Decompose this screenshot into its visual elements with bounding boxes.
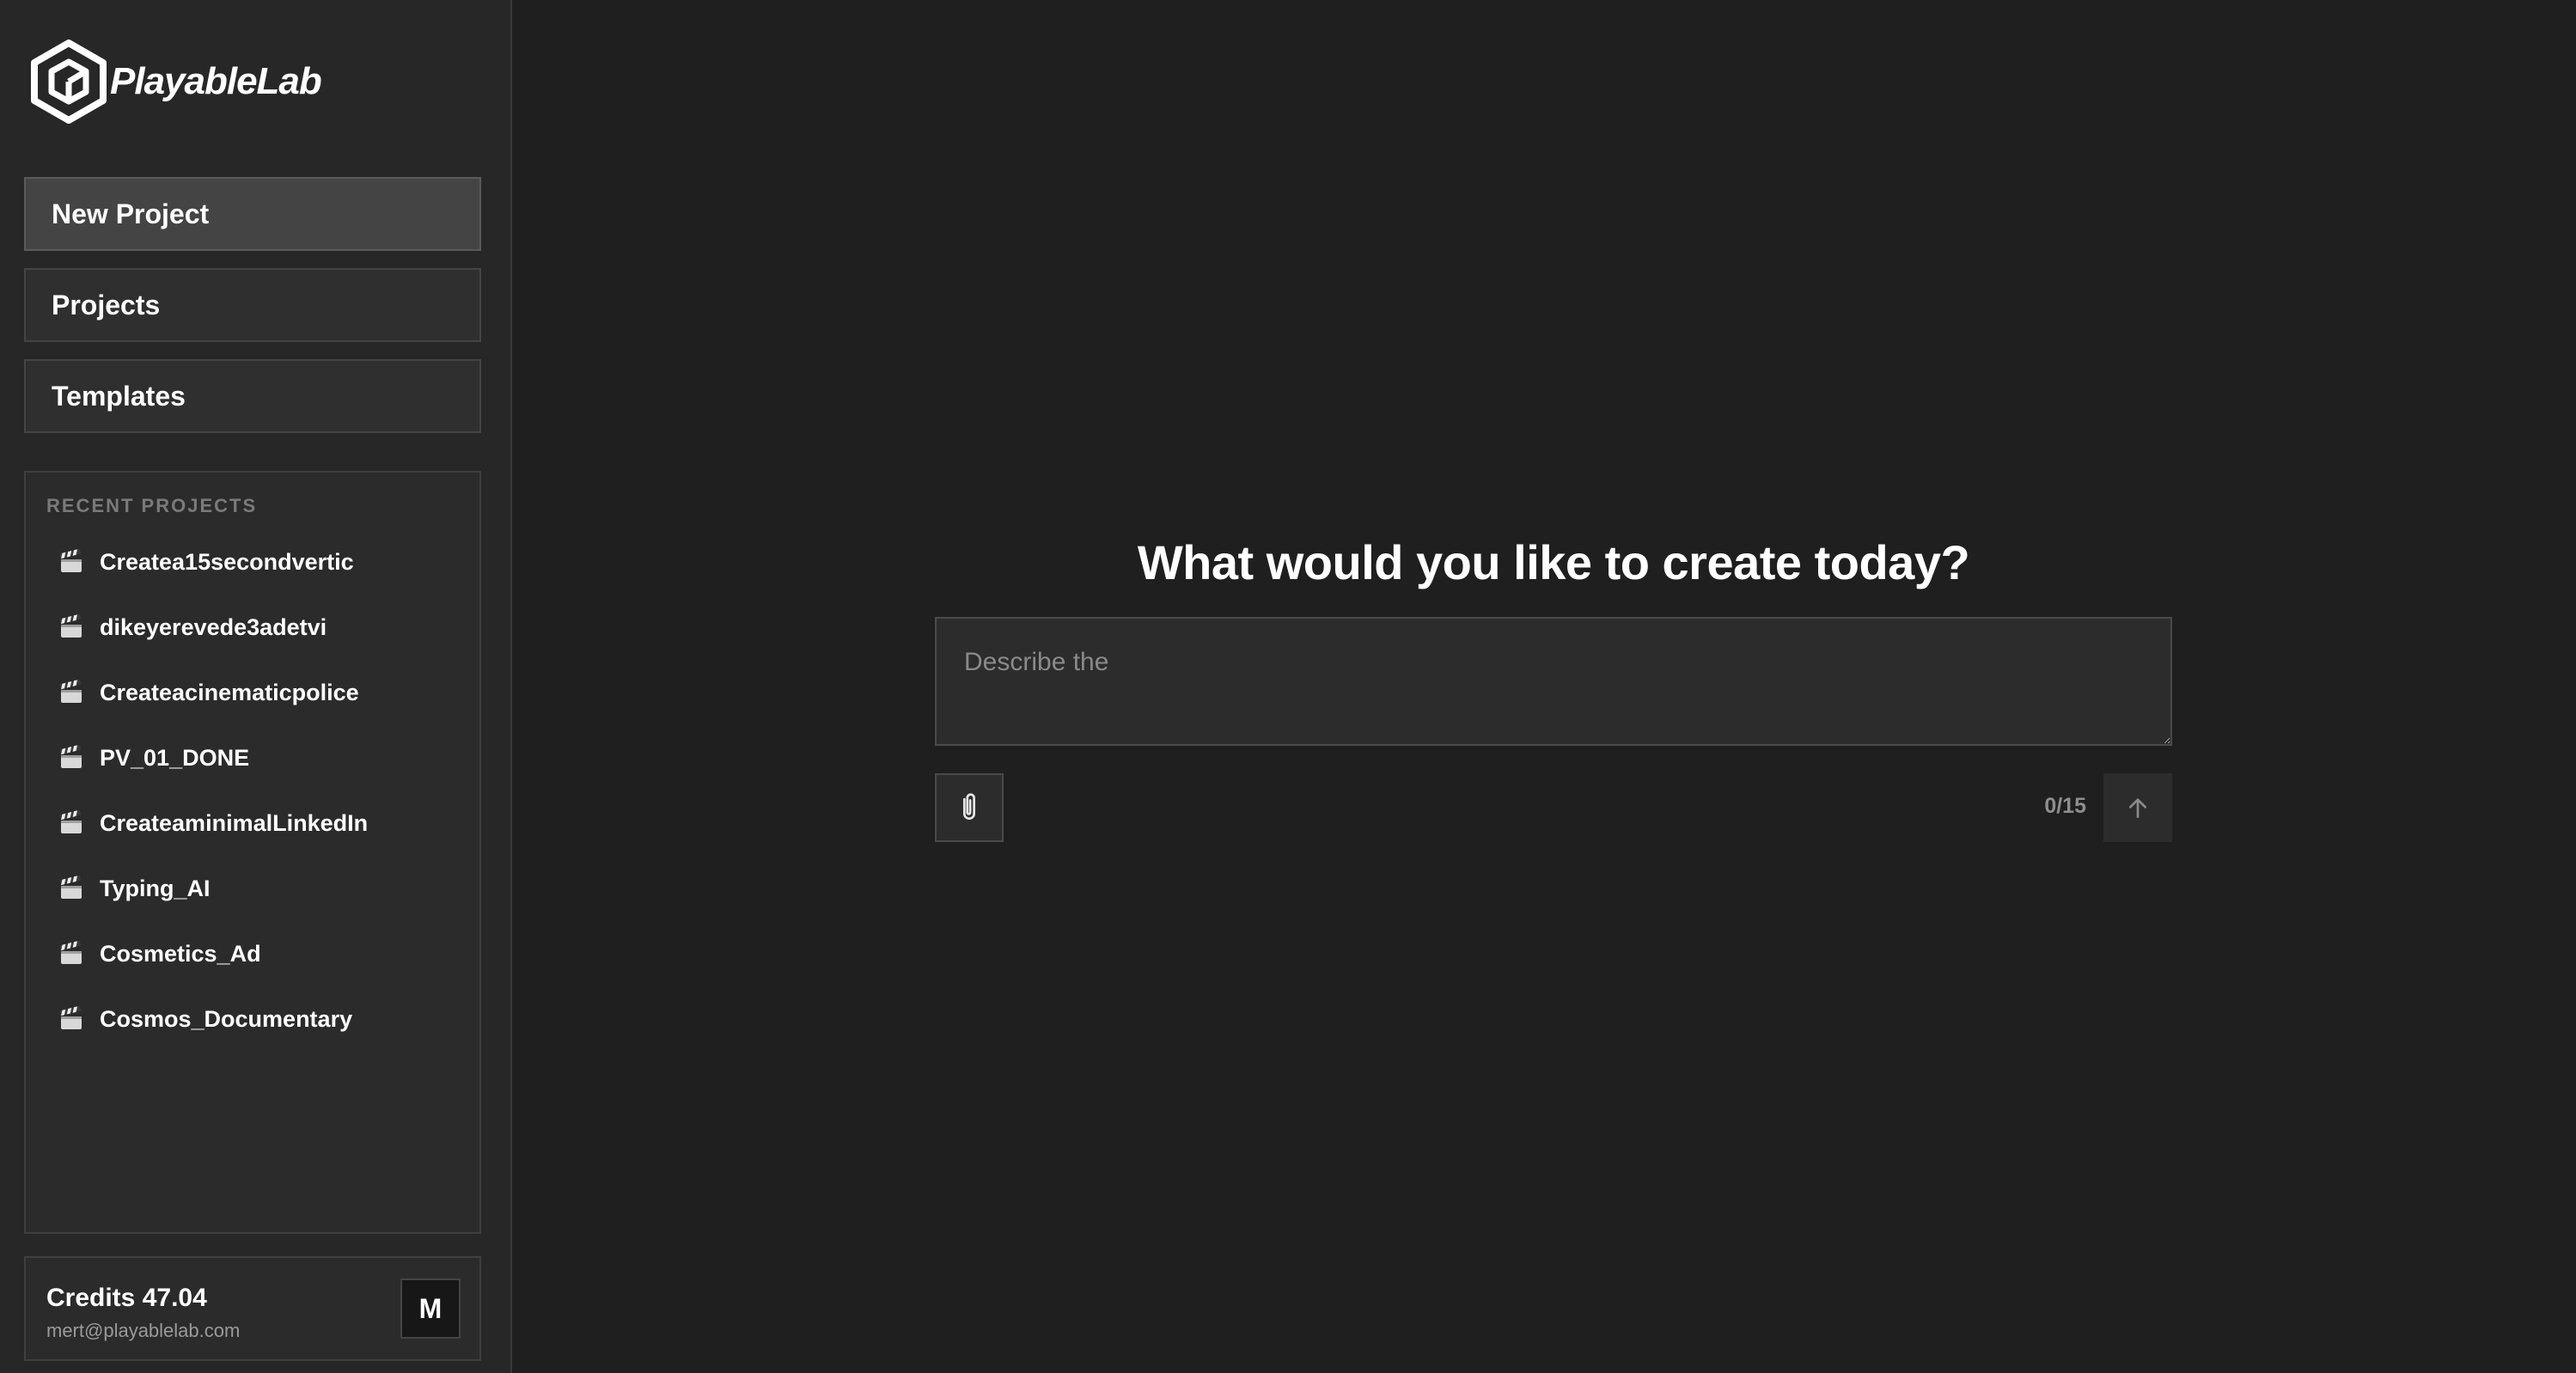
- recent-projects-title: RECENT PROJECTS: [46, 495, 258, 516]
- prompt-input[interactable]: [935, 617, 2172, 746]
- recent-project-item[interactable]: CreateaminimalLinkedIn: [58, 804, 368, 842]
- playablelab-logo-icon: [31, 40, 107, 124]
- clapperboard-icon: [59, 1006, 82, 1029]
- clapperboard-icon: [59, 680, 82, 703]
- clapperboard-icon: [59, 941, 82, 964]
- clapperboard-icon: [59, 549, 82, 572]
- projects-button[interactable]: Projects: [24, 268, 481, 342]
- templates-label: Templates: [52, 380, 186, 412]
- attach-button[interactable]: [935, 773, 1004, 842]
- recent-project-name: Cosmetics_Ad: [100, 940, 261, 967]
- recent-project-name: Typing_AI: [100, 875, 211, 901]
- recent-project-item[interactable]: Cosmetics_Ad: [58, 935, 261, 973]
- account-email: mert@playablelab.com: [46, 1320, 241, 1341]
- new-project-label: New Project: [52, 198, 210, 229]
- logo[interactable]: PlayableLab: [29, 40, 322, 124]
- account-panel: Credits 47.04 mert@playablelab.com M: [24, 1256, 481, 1361]
- templates-button[interactable]: Templates: [24, 359, 481, 433]
- recent-projects-panel: RECENT PROJECTS Createa15secondvertic dik…: [24, 471, 481, 1234]
- arrow-up-icon: [2129, 798, 2146, 818]
- clapperboard-icon: [59, 876, 82, 899]
- page-title: What would you like to create today?: [1137, 535, 1970, 589]
- send-button[interactable]: [2103, 773, 2172, 842]
- recent-project-item[interactable]: dikeyerevede3adetvi: [58, 608, 327, 646]
- recent-project-name: Cosmos_Documentary: [100, 1005, 353, 1032]
- sidebar: PlayableLab New Project Projects Templat…: [0, 0, 512, 1373]
- clapperboard-icon: [59, 614, 82, 638]
- paperclip-icon: [962, 793, 976, 821]
- projects-label: Projects: [52, 289, 161, 320]
- recent-project-name: Createacinematicpolice: [100, 679, 359, 705]
- recent-project-name: CreateaminimalLinkedIn: [100, 809, 369, 836]
- recent-project-item[interactable]: Createa15secondvertic: [58, 543, 354, 581]
- character-counter: 0/15: [2044, 794, 2086, 818]
- clapperboard-icon: [59, 745, 82, 768]
- credits-balance: Credits 47.04: [46, 1284, 207, 1312]
- recent-project-name: PV_01_DONE: [100, 744, 250, 771]
- recent-project-name: dikeyerevede3adetvi: [100, 613, 327, 640]
- clapperboard-icon: [59, 810, 82, 833]
- recent-project-item[interactable]: Createacinematicpolice: [58, 674, 359, 711]
- brand-name: PlayableLab: [110, 60, 322, 102]
- recent-project-name: Createa15secondvertic: [100, 548, 354, 575]
- new-project-button[interactable]: New Project: [24, 177, 481, 251]
- recent-project-item[interactable]: PV_01_DONE: [58, 739, 249, 777]
- recent-project-item[interactable]: Cosmos_Documentary: [58, 1000, 352, 1038]
- recent-project-item[interactable]: Typing_AI: [58, 870, 211, 907]
- avatar[interactable]: M: [400, 1278, 461, 1339]
